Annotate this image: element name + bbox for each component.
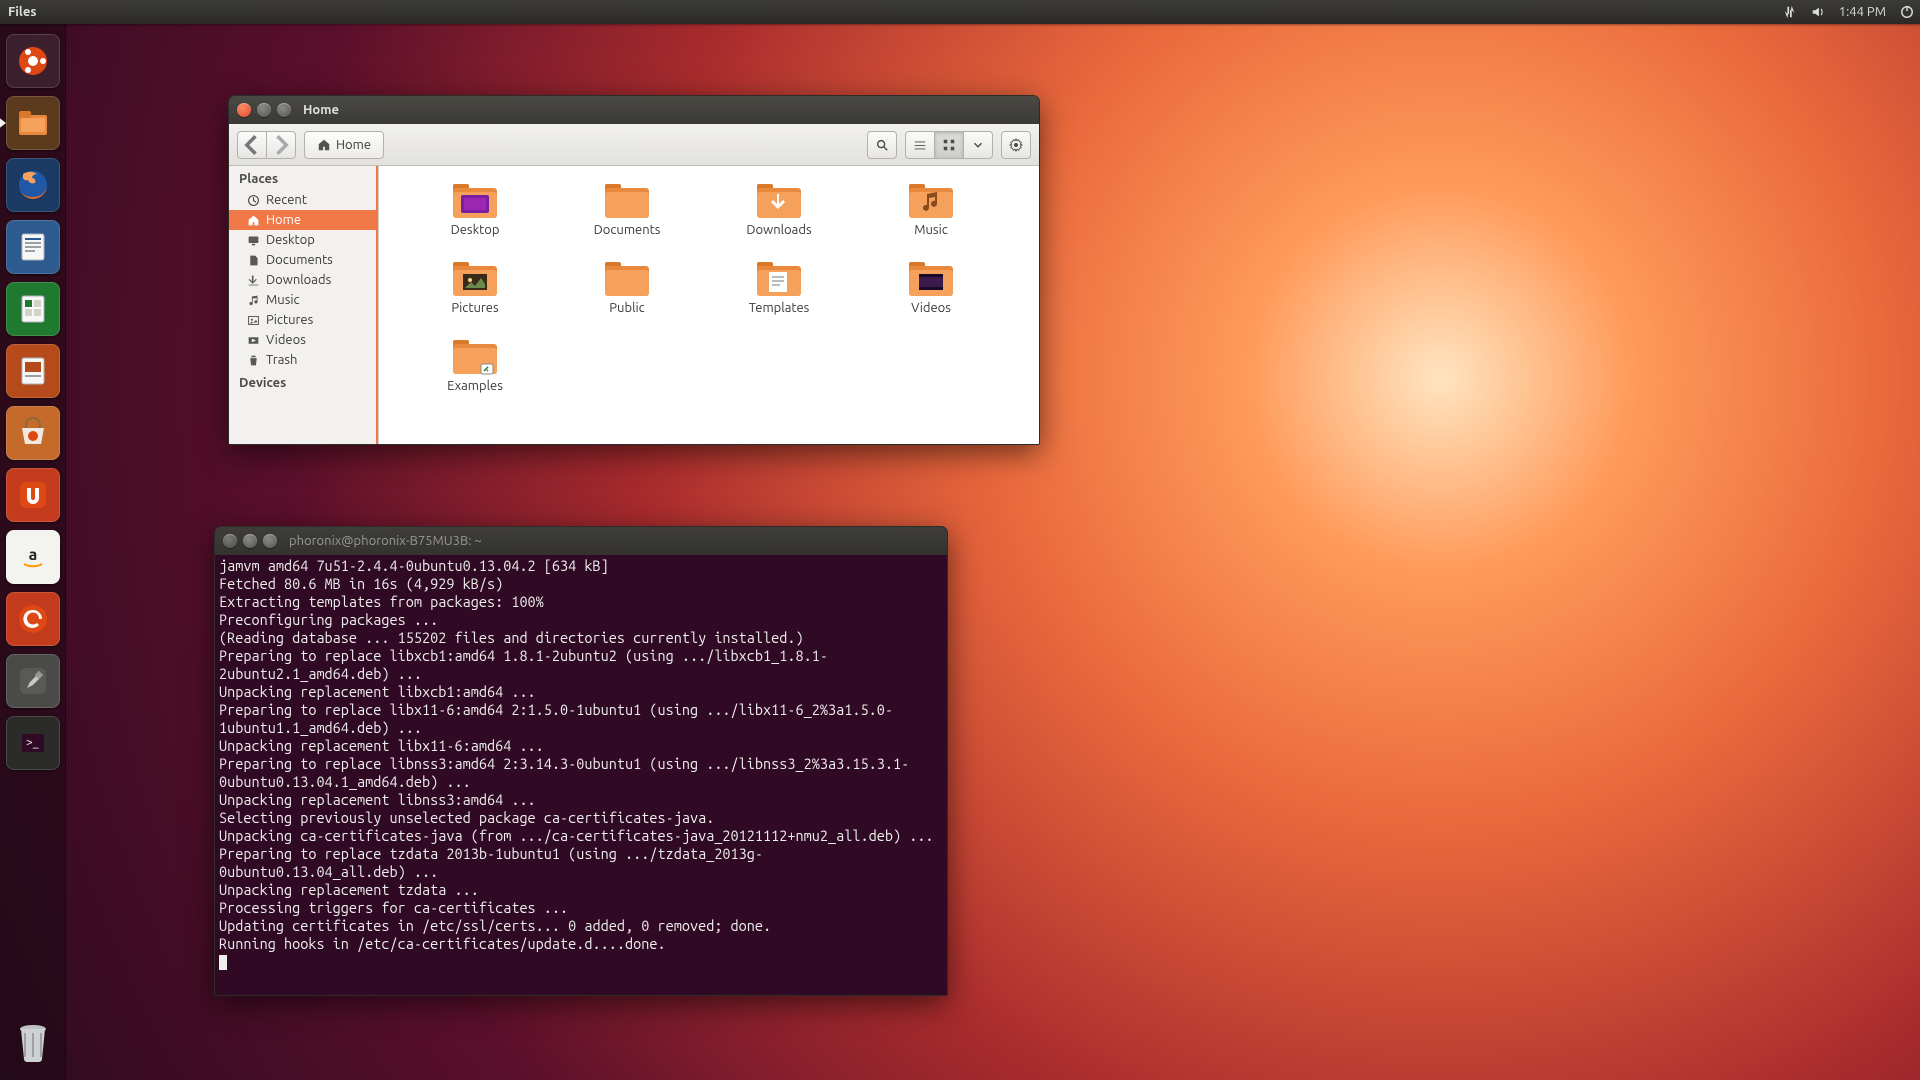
- folder-grid: Desktop Documents Downloads Music Pictures Pu…: [379, 166, 1039, 444]
- terminal-titlebar[interactable]: phoronix@phoronix-B75MU3B: ~: [215, 527, 947, 555]
- launcher-calc-icon[interactable]: [6, 282, 60, 336]
- view-options-button[interactable]: [963, 131, 993, 159]
- terminal-window: phoronix@phoronix-B75MU3B: ~ jamvm amd64…: [214, 526, 948, 996]
- place-pictures[interactable]: Pictures: [229, 310, 378, 330]
- place-documents[interactable]: Documents: [229, 250, 378, 270]
- view-mode-group: [905, 131, 993, 159]
- launcher-software-center-icon[interactable]: [6, 406, 60, 460]
- place-home[interactable]: Home: [229, 210, 378, 230]
- view-list-button[interactable]: [905, 131, 935, 159]
- place-music[interactable]: Music: [229, 290, 378, 310]
- place-label: Pictures: [266, 313, 313, 327]
- path-segment-home[interactable]: Home: [304, 131, 384, 159]
- network-indicator[interactable]: [1783, 5, 1797, 19]
- folder-label: Documents: [594, 223, 661, 237]
- clock-indicator[interactable]: 1:44 PM: [1839, 5, 1886, 19]
- files-close-button[interactable]: [237, 103, 251, 117]
- place-label: Videos: [266, 333, 306, 347]
- svg-text:a: a: [28, 546, 37, 564]
- launcher-terminal-icon[interactable]: >_: [6, 716, 60, 770]
- folder-music[interactable]: Music: [855, 180, 1007, 258]
- sound-indicator[interactable]: [1811, 5, 1825, 19]
- files-toolbar: Home: [229, 124, 1039, 166]
- files-titlebar[interactable]: Home: [229, 96, 1039, 124]
- launcher-settings-icon[interactable]: [6, 654, 60, 708]
- folder-label: Examples: [447, 379, 503, 393]
- panel-app-menu[interactable]: Files: [8, 5, 36, 19]
- place-trash[interactable]: Trash: [229, 350, 378, 370]
- place-videos[interactable]: Videos: [229, 330, 378, 350]
- folder-public[interactable]: Public: [551, 258, 703, 336]
- top-panel: Files 1:44 PM: [0, 0, 1920, 24]
- path-bar: Home: [304, 131, 384, 159]
- gear-button[interactable]: [1001, 131, 1031, 159]
- nav-back-button[interactable]: [237, 131, 267, 159]
- files-window: Home Home Places Recent Home Desktop Docume…: [228, 95, 1040, 445]
- session-indicator[interactable]: [1900, 5, 1914, 19]
- launcher-ubuntu-one-icon[interactable]: [6, 468, 60, 522]
- files-maximize-button[interactable]: [277, 103, 291, 117]
- files-window-title: Home: [303, 103, 339, 117]
- place-label: Desktop: [266, 233, 315, 247]
- folder-examples[interactable]: Examples: [399, 336, 551, 414]
- files-minimize-button[interactable]: [257, 103, 271, 117]
- place-recent[interactable]: Recent: [229, 190, 378, 210]
- nav-forward-button[interactable]: [266, 131, 296, 159]
- terminal-maximize-button[interactable]: [263, 534, 277, 548]
- place-label: Downloads: [266, 273, 331, 287]
- folder-desktop[interactable]: Desktop: [399, 180, 551, 258]
- folder-videos[interactable]: Videos: [855, 258, 1007, 336]
- home-icon: [317, 138, 331, 152]
- view-grid-button[interactable]: [934, 131, 964, 159]
- folder-label: Templates: [749, 301, 810, 315]
- launcher-impress-icon[interactable]: [6, 344, 60, 398]
- launcher-dash-icon[interactable]: [6, 34, 60, 88]
- folder-documents[interactable]: Documents: [551, 180, 703, 258]
- places-heading: Places: [229, 166, 378, 190]
- folder-label: Public: [609, 301, 644, 315]
- place-label: Trash: [266, 353, 297, 367]
- svg-text:>_: >_: [26, 736, 39, 749]
- folder-templates[interactable]: Templates: [703, 258, 855, 336]
- place-label: Home: [266, 213, 301, 227]
- launcher-amazon-icon[interactable]: a: [6, 530, 60, 584]
- path-segment-label: Home: [336, 138, 371, 152]
- folder-label: Music: [914, 223, 948, 237]
- place-desktop[interactable]: Desktop: [229, 230, 378, 250]
- search-button[interactable]: [867, 131, 897, 159]
- launcher-update-manager-icon[interactable]: [6, 592, 60, 646]
- folder-downloads[interactable]: Downloads: [703, 180, 855, 258]
- place-label: Music: [266, 293, 300, 307]
- folder-label: Pictures: [451, 301, 498, 315]
- launcher-files-icon[interactable]: [6, 96, 60, 150]
- launcher-firefox-icon[interactable]: [6, 158, 60, 212]
- devices-heading: Devices: [229, 370, 378, 394]
- terminal-minimize-button[interactable]: [243, 534, 257, 548]
- launcher-trash-icon[interactable]: [6, 1016, 60, 1070]
- folder-label: Downloads: [746, 223, 811, 237]
- launcher-writer-icon[interactable]: [6, 220, 60, 274]
- place-label: Documents: [266, 253, 333, 267]
- terminal-window-title: phoronix@phoronix-B75MU3B: ~: [289, 534, 482, 548]
- unity-launcher: a >_: [0, 24, 66, 1080]
- folder-label: Videos: [911, 301, 951, 315]
- terminal-output[interactable]: jamvm amd64 7u51-2.4.4-0ubuntu0.13.04.2 …: [215, 555, 947, 995]
- folder-label: Desktop: [451, 223, 500, 237]
- place-downloads[interactable]: Downloads: [229, 270, 378, 290]
- place-label: Recent: [266, 193, 307, 207]
- terminal-close-button[interactable]: [223, 534, 237, 548]
- folder-pictures[interactable]: Pictures: [399, 258, 551, 336]
- places-sidebar: Places Recent Home Desktop Documents Downloa…: [229, 166, 379, 444]
